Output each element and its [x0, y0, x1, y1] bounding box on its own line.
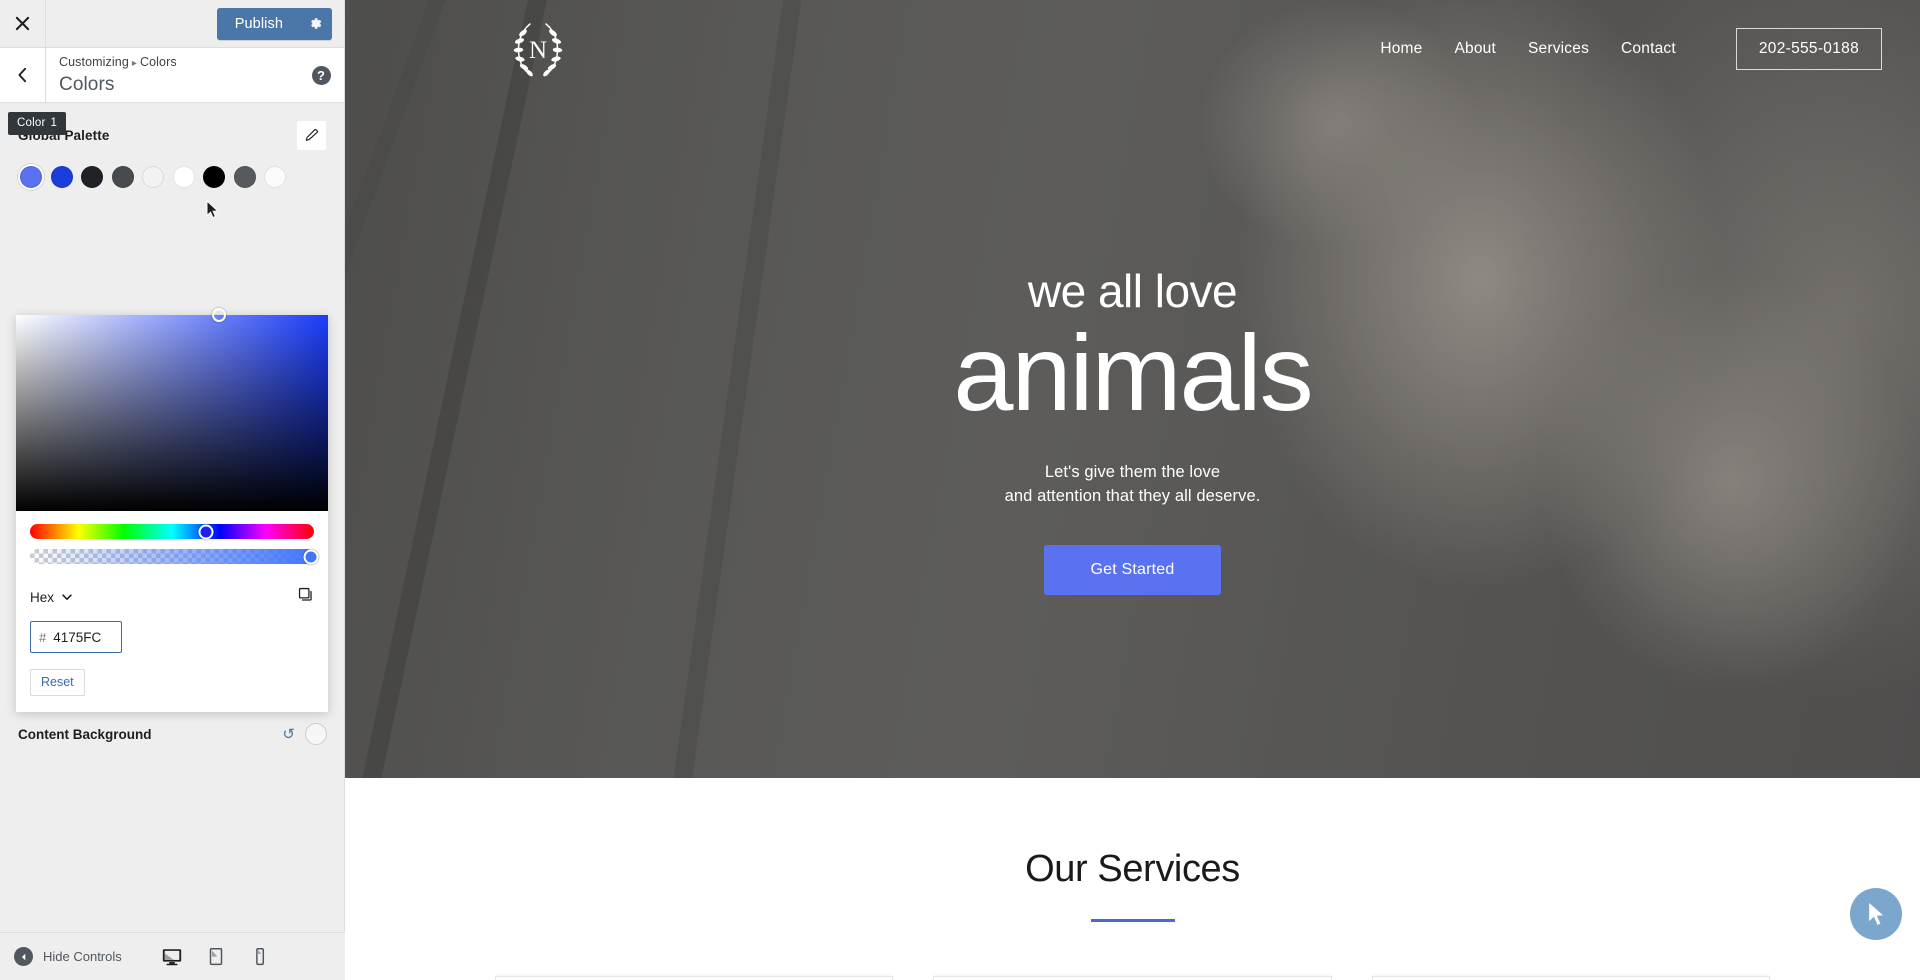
breadcrumb-root[interactable]: Customizing: [59, 55, 129, 69]
reset-color-button[interactable]: Reset: [30, 669, 85, 696]
hero-section: N Home About Services Contact 202-555-01…: [345, 0, 1920, 778]
breadcrumb-separator: ▸: [131, 57, 137, 69]
saturation-thumb[interactable]: [211, 308, 226, 322]
nav-link-about[interactable]: About: [1454, 40, 1496, 58]
site-header-nav: N Home About Services Contact 202-555-01…: [345, 0, 1920, 98]
palette-swatch-color-1[interactable]: [20, 166, 42, 188]
hero-subtext: Let's give them the love and attention t…: [345, 461, 1920, 509]
close-customizer-button[interactable]: [0, 0, 46, 47]
back-button[interactable]: [0, 48, 46, 102]
nav-link-services[interactable]: Services: [1528, 40, 1589, 58]
service-card[interactable]: [1371, 976, 1770, 980]
publish-group: Publish: [216, 7, 332, 40]
services-title: Our Services: [1025, 848, 1240, 890]
breadcrumb-current: Colors: [140, 54, 177, 69]
hide-controls-label: Hide Controls: [43, 949, 122, 964]
chevron-left-icon: [18, 67, 27, 83]
tooltip-label: Color: [17, 117, 46, 129]
publish-settings-button[interactable]: [298, 7, 332, 40]
customizer-topbar: Publish: [0, 0, 344, 48]
picker-sliders: [16, 511, 328, 578]
laurel-wreath-logo[interactable]: N: [508, 18, 568, 80]
content-background-label: Content Background: [18, 726, 152, 742]
undo-icon[interactable]: ↺: [282, 725, 295, 743]
alpha-slider-thumb[interactable]: [303, 549, 319, 564]
mobile-icon: [256, 947, 265, 965]
hex-hash-prefix: #: [39, 629, 47, 645]
global-palette-section: Global Palette Color 1: [0, 103, 344, 188]
chevron-down-icon: [62, 594, 72, 600]
services-title-underline: [1090, 919, 1175, 922]
panel-titles: Customizing ▸ Colors Colors: [46, 48, 298, 102]
screen: N Home About Services Contact 202-555-01…: [0, 0, 1920, 980]
logo-letter: N: [529, 37, 547, 64]
palette-swatch-color-4[interactable]: [111, 166, 134, 188]
gear-icon: [310, 18, 321, 29]
accessibility-cursor-widget[interactable]: [1850, 888, 1902, 940]
hero-subtext-line-1: Let's give them the love: [1044, 463, 1221, 482]
service-card[interactable]: [933, 976, 1332, 980]
palette-swatch-color-3[interactable]: [81, 166, 103, 188]
color-swatch-tooltip: Color 1: [8, 112, 67, 135]
header-phone-button[interactable]: 202-555-0188: [1735, 28, 1882, 70]
hero-headline-large: animals: [953, 312, 1313, 433]
hue-slider-thumb[interactable]: [198, 524, 214, 539]
breadcrumb: Customizing ▸ Colors: [59, 54, 298, 72]
pencil-icon: [305, 129, 318, 141]
content-background-controls: ↺: [282, 723, 327, 745]
hero-headline-small: we all love: [1027, 265, 1238, 317]
device-preview-switcher: [161, 946, 331, 968]
cursor-arrow-icon: [1867, 900, 1887, 927]
palette-swatch-color-5[interactable]: [142, 166, 164, 188]
customizer-panel-body: Global Palette Color 1 Content Backgroun…: [0, 103, 344, 980]
copy-icon: [298, 587, 312, 601]
edit-palette-button[interactable]: [297, 121, 326, 150]
palette-swatch-color-7[interactable]: [203, 166, 225, 188]
saturation-value-field[interactable]: [16, 308, 328, 511]
services-section: Our Services: [345, 778, 1920, 980]
site-preview-frame: N Home About Services Contact 202-555-01…: [345, 0, 1920, 980]
hex-input[interactable]: [53, 629, 116, 645]
color-format-select[interactable]: Hex: [30, 590, 73, 605]
customizer-sidebar: Publish Customizing ▸ Colors Colors ? Gl…: [0, 0, 345, 980]
color-picker-popover: Hex # Reset: [16, 308, 328, 712]
desktop-icon: [162, 948, 182, 965]
hue-slider[interactable]: [30, 524, 314, 539]
hero-content: we all love animals Let's give them the …: [345, 265, 1920, 596]
help-icon: ?: [311, 65, 331, 85]
color-format-label: Hex: [30, 589, 55, 605]
alpha-slider[interactable]: [30, 549, 319, 564]
tooltip-index: 1: [50, 117, 58, 129]
device-mobile-button[interactable]: [249, 946, 271, 968]
device-tablet-button[interactable]: [205, 946, 227, 968]
palette-swatch-color-8[interactable]: [233, 166, 256, 188]
help-button[interactable]: ?: [298, 48, 344, 102]
copy-color-button[interactable]: [297, 586, 314, 608]
hero-subtext-line-2: and attention that they all deserve.: [1004, 487, 1261, 506]
hex-input-field[interactable]: #: [30, 621, 122, 653]
customizer-footer: Hide Controls: [0, 932, 345, 980]
device-desktop-button[interactable]: [161, 946, 183, 968]
nav-link-home[interactable]: Home: [1380, 40, 1422, 58]
customizer-panel-header: Customizing ▸ Colors Colors ?: [0, 48, 344, 103]
publish-button[interactable]: Publish: [216, 7, 298, 40]
nav-link-contact[interactable]: Contact: [1621, 40, 1676, 58]
close-icon: [15, 16, 30, 31]
service-card[interactable]: [495, 976, 894, 980]
page-title: Colors: [59, 73, 115, 95]
content-background-swatch[interactable]: [305, 723, 327, 745]
content-background-row[interactable]: Content Background ↺: [0, 715, 344, 753]
palette-swatch-row: [20, 166, 326, 188]
primary-nav: Home About Services Contact 202-555-0188: [1380, 28, 1882, 70]
tablet-icon: [209, 947, 223, 965]
palette-swatch-color-9[interactable]: [264, 166, 286, 188]
palette-swatch-color-6[interactable]: [172, 166, 195, 188]
hide-controls-button[interactable]: Hide Controls: [14, 947, 122, 966]
collapse-arrow-icon: [14, 947, 33, 966]
service-cards-row: [345, 976, 1920, 980]
get-started-button[interactable]: Get Started: [1044, 545, 1221, 596]
picker-mode-row: Hex: [16, 578, 328, 608]
palette-swatch-color-2[interactable]: [50, 166, 73, 188]
